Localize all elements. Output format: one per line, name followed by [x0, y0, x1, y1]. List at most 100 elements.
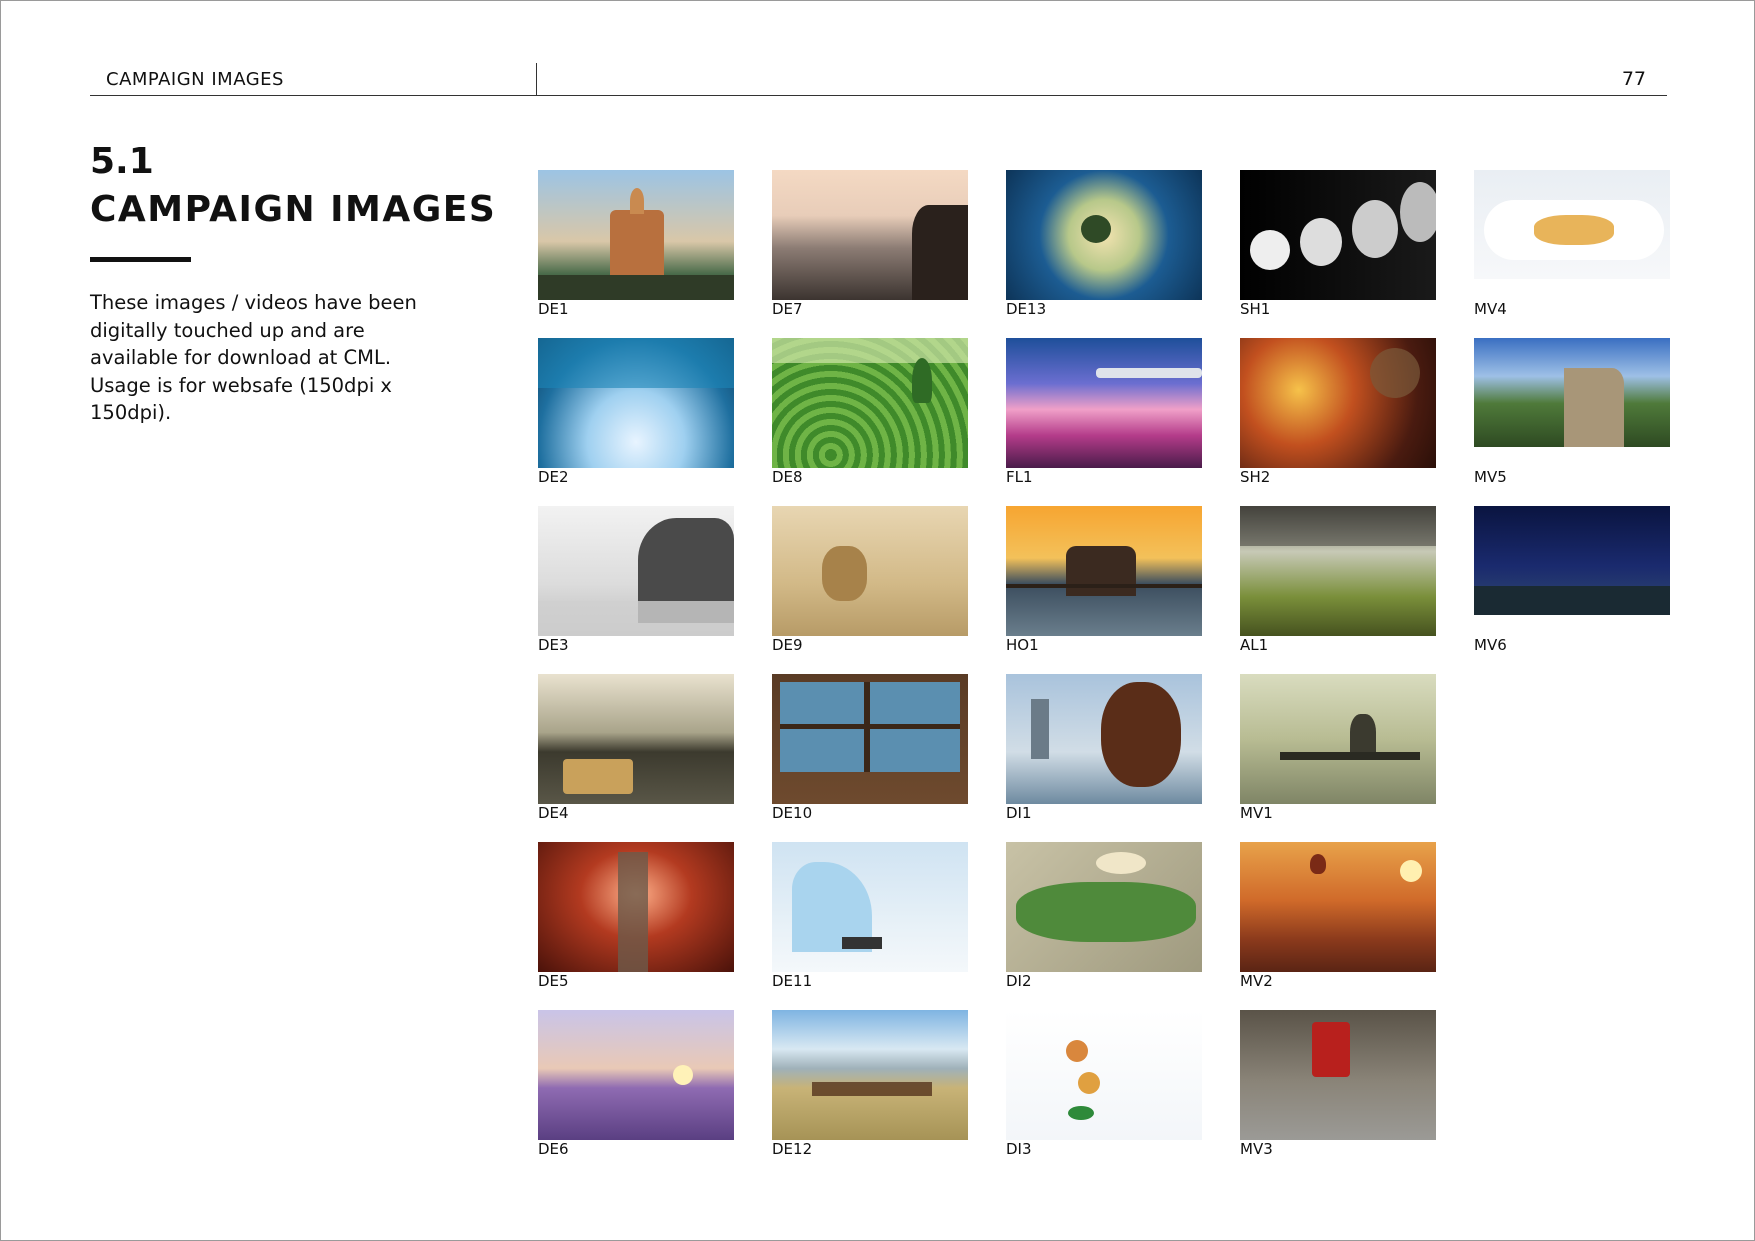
photo-detail — [812, 1082, 932, 1096]
floating-market-boat-photo[interactable] — [1006, 842, 1202, 972]
photo-detail — [538, 275, 734, 300]
karst-bay-mono-photo[interactable] — [538, 506, 734, 636]
photo-detail — [563, 759, 633, 794]
photo-detail — [1101, 682, 1181, 787]
section-title: CAMPAIGN IMAGES — [90, 189, 497, 230]
image-code-label: DE7 — [772, 300, 803, 318]
image-code-label: DI2 — [1006, 972, 1032, 990]
photo-detail — [1016, 882, 1196, 942]
row-of-bowls-photo[interactable] — [1240, 170, 1436, 300]
header-section-label: CAMPAIGN IMAGES — [106, 69, 284, 90]
cabin-window-photo[interactable] — [772, 674, 968, 804]
photo-detail — [1400, 182, 1436, 242]
bread-rings-istanbul-photo[interactable] — [1006, 674, 1202, 804]
overwater-cabana-photo[interactable] — [1006, 506, 1202, 636]
photo-detail — [1078, 1072, 1100, 1094]
image-code-label: MV5 — [1474, 468, 1507, 486]
image-code-label: MV6 — [1474, 636, 1507, 654]
photo-detail — [1370, 348, 1420, 398]
photo-detail — [1066, 1040, 1088, 1062]
photo-detail — [538, 601, 734, 636]
photo-detail — [1564, 368, 1624, 447]
red-tram-street-photo[interactable] — [1240, 1010, 1436, 1140]
photo-detail — [618, 852, 648, 972]
image-code-label: AL1 — [1240, 636, 1269, 654]
image-code-label: MV4 — [1474, 300, 1507, 318]
page-number: 77 — [1621, 68, 1646, 90]
image-code-label: DE13 — [1006, 300, 1047, 318]
photo-detail — [842, 937, 882, 949]
photo-detail — [1400, 860, 1422, 882]
photo-detail — [1534, 215, 1614, 245]
photo-detail — [780, 724, 960, 729]
image-code-label: DE8 — [772, 468, 803, 486]
photo-detail — [1310, 854, 1326, 874]
photo-detail — [1006, 584, 1202, 588]
horses-steppe-photo[interactable] — [772, 1010, 968, 1140]
image-code-label: DE3 — [538, 636, 569, 654]
balloon-temples-photo[interactable] — [1240, 842, 1436, 972]
image-code-label: SH1 — [1240, 300, 1271, 318]
photo-detail — [822, 546, 867, 601]
photo-detail — [1068, 1106, 1094, 1120]
photo-detail — [1250, 230, 1290, 270]
red-forest-boardwalk-photo[interactable] — [538, 842, 734, 972]
section-underline — [90, 257, 191, 262]
ice-cave-photo[interactable] — [538, 338, 734, 468]
crepes-plate-photo[interactable] — [1474, 170, 1670, 279]
image-code-label: DE10 — [772, 804, 813, 822]
photo-detail — [1066, 546, 1136, 596]
header-rule — [90, 95, 1667, 96]
image-code-label: DE4 — [538, 804, 569, 822]
bamboo-raft-river-photo[interactable] — [538, 674, 734, 804]
airport-lounge-photo[interactable] — [1240, 506, 1436, 636]
intro-paragraph: These images / videos have been digitall… — [90, 291, 417, 424]
mountain-cliff-mist-photo[interactable] — [772, 170, 968, 300]
photo-detail — [912, 205, 968, 300]
image-code-label: DE1 — [538, 300, 569, 318]
image-code-label: SH2 — [1240, 468, 1271, 486]
image-code-label: DI3 — [1006, 1140, 1032, 1158]
photo-detail — [1280, 752, 1420, 760]
night-sky-mountains-photo[interactable] — [1474, 506, 1670, 615]
temple-sunrise-photo[interactable] — [538, 170, 734, 300]
photo-detail — [538, 338, 734, 388]
image-code-label: DE9 — [772, 636, 803, 654]
page: { "header": { "section_label": "CAMPAIGN… — [0, 0, 1755, 1241]
airplane-wing-sky-photo[interactable] — [1006, 338, 1202, 468]
photo-detail — [1096, 852, 1146, 874]
image-code-label: MV2 — [1240, 972, 1273, 990]
image-code-label: MV3 — [1240, 1140, 1273, 1158]
great-wall-photo[interactable] — [1474, 338, 1670, 447]
photo-detail — [1081, 215, 1111, 243]
fisherman-river-photo[interactable] — [1240, 674, 1436, 804]
photo-detail — [1240, 506, 1436, 546]
photo-detail — [673, 1065, 693, 1085]
photo-detail — [772, 338, 968, 363]
section-number: 5.1 — [90, 141, 154, 182]
photo-detail — [912, 358, 932, 403]
image-code-label: DE5 — [538, 972, 569, 990]
tent-window-view-photo[interactable] — [1006, 170, 1202, 300]
image-code-label: FL1 — [1006, 468, 1033, 486]
image-code-label: DE12 — [772, 1140, 813, 1158]
tea-terraces-photo[interactable] — [772, 338, 968, 468]
photo-detail — [1031, 699, 1049, 759]
image-code-label: MV1 — [1240, 804, 1273, 822]
photo-detail — [1312, 1022, 1350, 1077]
photo-detail — [1096, 368, 1202, 378]
photo-detail — [1300, 218, 1342, 266]
photo-detail — [630, 188, 644, 214]
photo-detail — [1474, 586, 1670, 615]
photo-detail — [610, 210, 664, 280]
lavender-field-sunset-photo[interactable] — [538, 1010, 734, 1140]
image-code-label: DE11 — [772, 972, 813, 990]
penguins-iceberg-photo[interactable] — [772, 842, 968, 972]
image-code-label: DE2 — [538, 468, 569, 486]
cheetah-cub-photo[interactable] — [772, 506, 968, 636]
image-code-label: DI1 — [1006, 804, 1032, 822]
image-code-label: HO1 — [1006, 636, 1039, 654]
plated-dish-photo[interactable] — [1006, 1010, 1202, 1140]
lanterns-bazaar-photo[interactable] — [1240, 338, 1436, 468]
header-divider — [536, 63, 537, 96]
